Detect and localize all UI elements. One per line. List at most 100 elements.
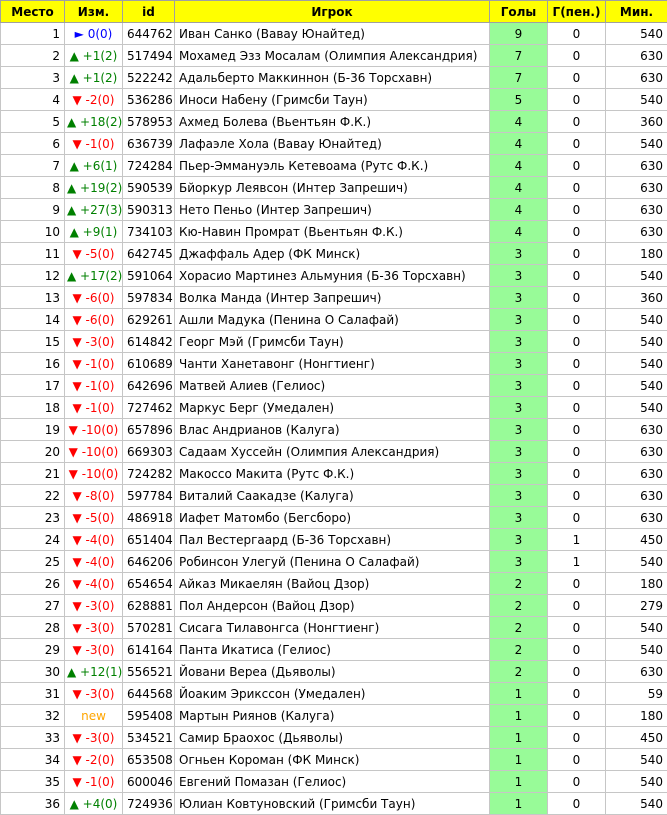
id-cell: 536286 bbox=[123, 89, 175, 111]
place-cell: 35 bbox=[1, 771, 65, 793]
table-row[interactable]: 31▼ -3(0)644568Йоаким Эрикссон (Умедален… bbox=[1, 683, 667, 705]
col-header-id[interactable]: id bbox=[123, 1, 175, 23]
col-header-goals[interactable]: Голы bbox=[490, 1, 548, 23]
table-row[interactable]: 27▼ -3(0)628881Пол Андерсон (Вайоц Дзор)… bbox=[1, 595, 667, 617]
place-cell: 33 bbox=[1, 727, 65, 749]
penalty-goals-cell: 1 bbox=[548, 529, 606, 551]
change-cell: ▲ +1(2) bbox=[65, 45, 123, 67]
place-cell: 15 bbox=[1, 331, 65, 353]
table-row[interactable]: 4▼ -2(0)536286Иноси Набену (Гримсби Таун… bbox=[1, 89, 667, 111]
table-row[interactable]: 18▼ -1(0)727462Маркус Берг (Умедален)305… bbox=[1, 397, 667, 419]
player-cell: Влас Андрианов (Калуга) bbox=[175, 419, 490, 441]
table-row[interactable]: 15▼ -3(0)614842Георг Мэй (Гримсби Таун)3… bbox=[1, 331, 667, 353]
table-row[interactable]: 24▼ -4(0)651404Пал Вестергаард (Б-36 Тор… bbox=[1, 529, 667, 551]
player-cell: Кю-Навин Промрат (Вьентьян Ф.К.) bbox=[175, 221, 490, 243]
id-cell: 642745 bbox=[123, 243, 175, 265]
table-row[interactable]: 33▼ -3(0)534521Самир Браохос (Дьяволы)10… bbox=[1, 727, 667, 749]
penalty-goals-cell: 0 bbox=[548, 507, 606, 529]
table-row[interactable]: 14▼ -6(0)629261Ашли Мадука (Пенина О Сал… bbox=[1, 309, 667, 331]
penalty-goals-cell: 0 bbox=[548, 793, 606, 815]
change-cell: ▼ -2(0) bbox=[65, 749, 123, 771]
minutes-cell: 450 bbox=[606, 727, 667, 749]
table-row[interactable]: 30▲ +12(1)556521Йовани Вереа (Дьяволы)20… bbox=[1, 661, 667, 683]
table-row[interactable]: 23▼ -5(0)486918Иафет Матомбо (Бегсборо)3… bbox=[1, 507, 667, 529]
minutes-cell: 180 bbox=[606, 573, 667, 595]
table-row[interactable]: 28▼ -3(0)570281Сисага Тилавонгса (Нонгти… bbox=[1, 617, 667, 639]
place-cell: 14 bbox=[1, 309, 65, 331]
table-row[interactable]: 12▲ +17(2)591064Хорасио Мартинез Альмуни… bbox=[1, 265, 667, 287]
col-header-minutes[interactable]: Мин. bbox=[606, 1, 667, 23]
table-row[interactable]: 7▲ +6(1)724284Пьер-Эммануэль Кетевоама (… bbox=[1, 155, 667, 177]
table-row[interactable]: 16▼ -1(0)610689Чанти Ханетавонг (Нонгтие… bbox=[1, 353, 667, 375]
place-cell: 9 bbox=[1, 199, 65, 221]
table-row[interactable]: 29▼ -3(0)614164Панта Икатиса (Гелиос)205… bbox=[1, 639, 667, 661]
goals-cell: 9 bbox=[490, 23, 548, 45]
change-cell: ▲ +17(2) bbox=[65, 265, 123, 287]
table-row[interactable]: 11▼ -5(0)642745Джаффаль Адер (ФК Минск)3… bbox=[1, 243, 667, 265]
minutes-cell: 540 bbox=[606, 309, 667, 331]
change-cell: ▼ -1(0) bbox=[65, 375, 123, 397]
col-header-place[interactable]: Место bbox=[1, 1, 65, 23]
change-cell: ▼ -2(0) bbox=[65, 89, 123, 111]
id-cell: 724936 bbox=[123, 793, 175, 815]
penalty-goals-cell: 0 bbox=[548, 155, 606, 177]
id-cell: 597784 bbox=[123, 485, 175, 507]
id-cell: 642696 bbox=[123, 375, 175, 397]
col-header-penalty-goals[interactable]: Г(пен.) bbox=[548, 1, 606, 23]
table-row[interactable]: 26▼ -4(0)654654Айказ Микаелян (Вайоц Дзо… bbox=[1, 573, 667, 595]
table-row[interactable]: 6▼ -1(0)636739Лафаэле Хола (Вавау Юнайте… bbox=[1, 133, 667, 155]
change-cell: ▼ -4(0) bbox=[65, 551, 123, 573]
table-row[interactable]: 8▲ +19(2)590539Бйоркур Леявсон (Интер За… bbox=[1, 177, 667, 199]
table-row[interactable]: 19▼ -10(0)657896Влас Андрианов (Калуга)3… bbox=[1, 419, 667, 441]
place-cell: 8 bbox=[1, 177, 65, 199]
penalty-goals-cell: 0 bbox=[548, 287, 606, 309]
minutes-cell: 180 bbox=[606, 705, 667, 727]
table-row[interactable]: 17▼ -1(0)642696Матвей Алиев (Гелиос)3054… bbox=[1, 375, 667, 397]
goals-cell: 3 bbox=[490, 441, 548, 463]
goals-cell: 1 bbox=[490, 705, 548, 727]
header-row: Место Изм. id Игрок Голы Г(пен.) Мин. bbox=[1, 1, 667, 23]
player-cell: Мохамед Эзз Мосалам (Олимпия Александрия… bbox=[175, 45, 490, 67]
minutes-cell: 540 bbox=[606, 617, 667, 639]
table-row[interactable]: 9▲ +27(3)590313Нето Пеньо (Интер Запреши… bbox=[1, 199, 667, 221]
table-row[interactable]: 22▼ -8(0)597784Виталий Саакадзе (Калуга)… bbox=[1, 485, 667, 507]
table-row[interactable]: 25▼ -4(0)646206Робинсон Улегуй (Пенина О… bbox=[1, 551, 667, 573]
id-cell: 669303 bbox=[123, 441, 175, 463]
table-row[interactable]: 2▲ +1(2)517494Мохамед Эзз Мосалам (Олимп… bbox=[1, 45, 667, 67]
table-row[interactable]: 3▲ +1(2)522242Адальберто Маккиннон (Б-36… bbox=[1, 67, 667, 89]
minutes-cell: 540 bbox=[606, 397, 667, 419]
table-row[interactable]: 36▲ +4(0)724936Юлиан Ковтуновский (Гримс… bbox=[1, 793, 667, 815]
id-cell: 590539 bbox=[123, 177, 175, 199]
table-row[interactable]: 32new595408Мартын Риянов (Калуга)10180 bbox=[1, 705, 667, 727]
col-header-change[interactable]: Изм. bbox=[65, 1, 123, 23]
table-row[interactable]: 5▲ +18(2)578953Ахмед Болева (Вьентьян Ф.… bbox=[1, 111, 667, 133]
table-row[interactable]: 35▼ -1(0)600046Евгений Помазан (Гелиос)1… bbox=[1, 771, 667, 793]
goals-cell: 2 bbox=[490, 661, 548, 683]
minutes-cell: 540 bbox=[606, 331, 667, 353]
penalty-goals-cell: 0 bbox=[548, 45, 606, 67]
minutes-cell: 540 bbox=[606, 749, 667, 771]
table-row[interactable]: 10▲ +9(1)734103Кю-Навин Промрат (Вьентья… bbox=[1, 221, 667, 243]
col-header-player[interactable]: Игрок bbox=[175, 1, 490, 23]
minutes-cell: 630 bbox=[606, 67, 667, 89]
place-cell: 29 bbox=[1, 639, 65, 661]
penalty-goals-cell: 1 bbox=[548, 551, 606, 573]
player-cell: Джаффаль Адер (ФК Минск) bbox=[175, 243, 490, 265]
change-cell: ▼ -5(0) bbox=[65, 243, 123, 265]
id-cell: 614842 bbox=[123, 331, 175, 353]
table-row[interactable]: 34▼ -2(0)653508Огньен Короман (ФК Минск)… bbox=[1, 749, 667, 771]
goals-cell: 3 bbox=[490, 419, 548, 441]
goals-cell: 3 bbox=[490, 507, 548, 529]
penalty-goals-cell: 0 bbox=[548, 375, 606, 397]
minutes-cell: 540 bbox=[606, 551, 667, 573]
table-row[interactable]: 13▼ -6(0)597834Волка Манда (Интер Запреш… bbox=[1, 287, 667, 309]
player-cell: Ахмед Болева (Вьентьян Ф.К.) bbox=[175, 111, 490, 133]
player-cell: Макоссо Макита (Рутс Ф.К.) bbox=[175, 463, 490, 485]
player-cell: Ашли Мадука (Пенина О Салафай) bbox=[175, 309, 490, 331]
table-row[interactable]: 20▼ -10(0)669303Садаам Хуссейн (Олимпия … bbox=[1, 441, 667, 463]
change-cell: ▲ +6(1) bbox=[65, 155, 123, 177]
table-row[interactable]: 21▼ -10(0)724282Макоссо Макита (Рутс Ф.К… bbox=[1, 463, 667, 485]
change-cell: ▼ -3(0) bbox=[65, 595, 123, 617]
change-cell: ▲ +18(2) bbox=[65, 111, 123, 133]
table-row[interactable]: 1► 0(0)644762Иван Санко (Вавау Юнайтед)9… bbox=[1, 23, 667, 45]
